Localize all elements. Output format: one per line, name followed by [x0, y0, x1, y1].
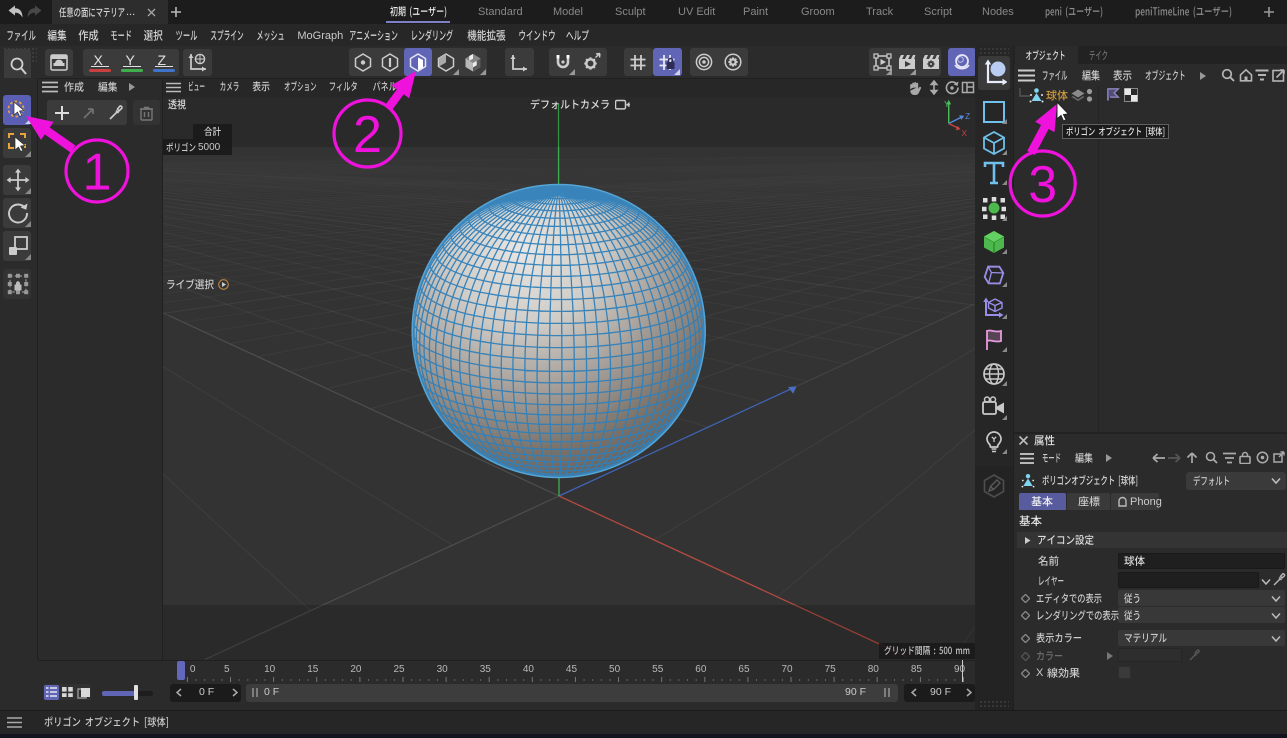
svg-text:X: X [961, 129, 967, 138]
svg-text:Y: Y [944, 100, 950, 109]
svg-text:Z: Z [965, 112, 970, 121]
